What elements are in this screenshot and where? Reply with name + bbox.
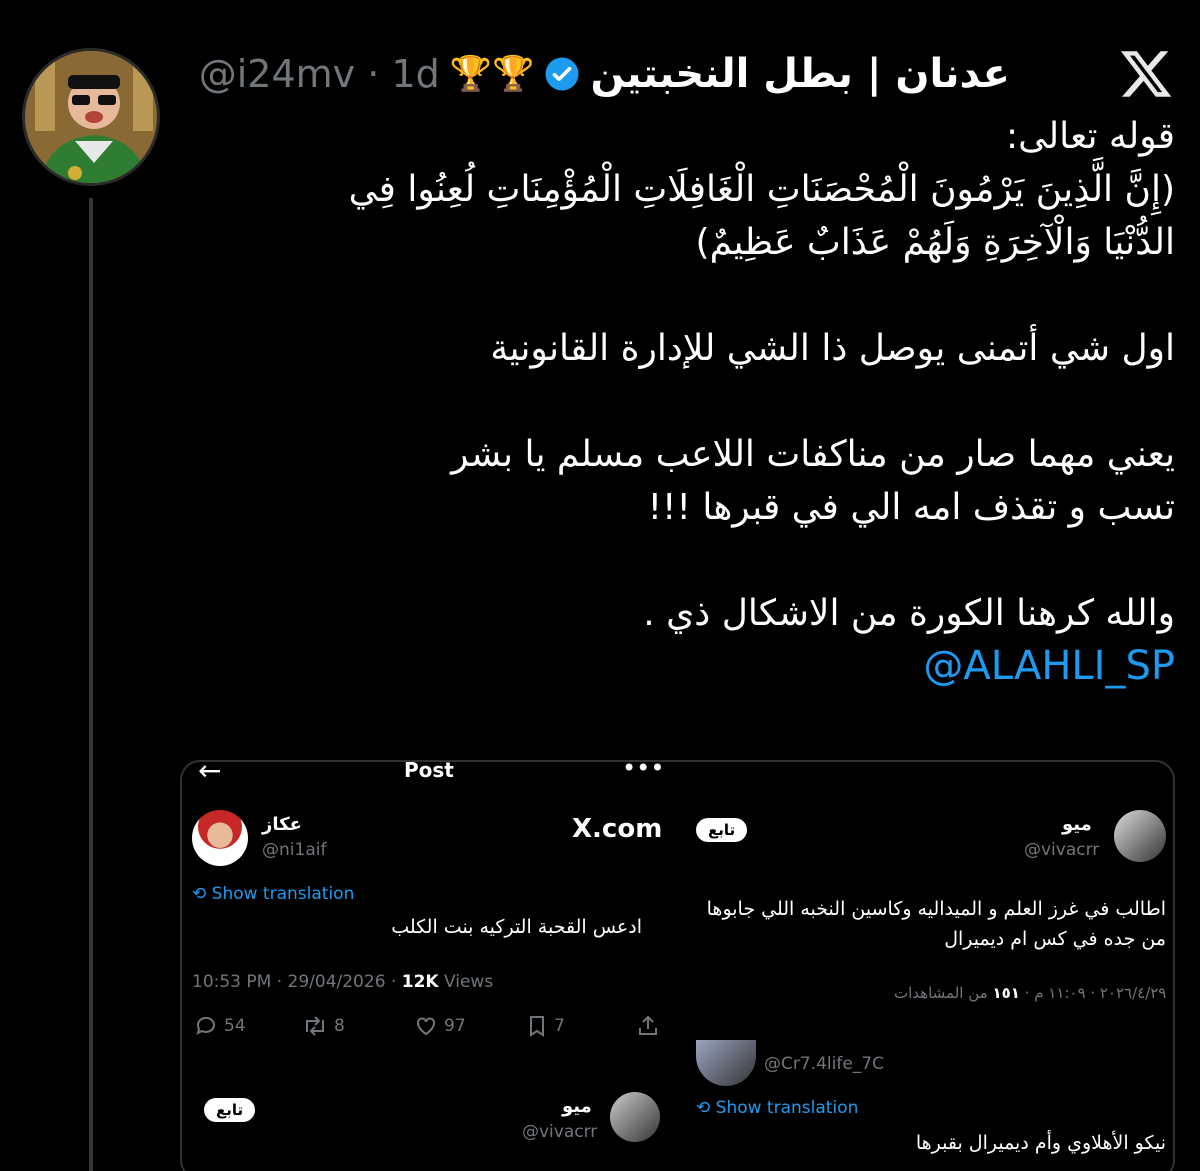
- bookmark-icon: [530, 1016, 544, 1037]
- media-left-avatar: [192, 810, 248, 866]
- media-repost-action: 8: [302, 1014, 345, 1038]
- tweet-line: (إِنَّ الَّذِينَ يَرْمُونَ الْمُحْصَنَات…: [348, 169, 1175, 210]
- tweet-time: 1d: [391, 52, 440, 96]
- tweet-line: قوله تعالى:: [1006, 116, 1175, 157]
- media-bottom-left-follow-button: تابع: [204, 1098, 256, 1122]
- xcom-watermark: X.com: [572, 814, 663, 844]
- media-reply-action: 54: [194, 1014, 246, 1038]
- media-right-text-line2: من جده في كس ام ديميرال: [944, 928, 1166, 950]
- media-left-timestamp: 10:53 PM · 29/04/2026 · 12K Views: [192, 972, 494, 992]
- media-left-text: ادعس القحبة التركيه بنت الكلب: [391, 916, 642, 938]
- reply-icon: [196, 1016, 215, 1035]
- verified-badge-icon: [545, 57, 579, 91]
- media-like-action: 97: [414, 1014, 466, 1038]
- tweet-line: والله كرهنا الكورة من الاشكال ذي .: [643, 593, 1175, 634]
- tweet-line: يعني مهما صار من مناكفات اللاعب مسلم يا …: [451, 434, 1175, 475]
- back-arrow-icon: ←: [198, 760, 222, 787]
- tweet-line: اول شي أتمنى يوصل ذا الشي للإدارة القانو…: [490, 328, 1175, 369]
- media-bottom-right-text: نيكو الأهلاوي وأم ديميرال بقبرها: [915, 1132, 1166, 1154]
- media-right-name: ميو: [1062, 814, 1092, 835]
- heart-icon: [417, 1017, 435, 1036]
- media-post-title: Post: [404, 760, 454, 782]
- more-icon: •••: [622, 760, 665, 782]
- x-logo-icon: [1120, 51, 1172, 97]
- media-bookmark-action: 7: [526, 1014, 565, 1038]
- media-bottom-right-handle: @Cr7.4life_7C: [764, 1054, 884, 1074]
- author-handle[interactable]: @i24mv · 1d: [199, 52, 440, 96]
- share-icon: [639, 1015, 657, 1035]
- media-bottom-left-handle: @vivacrr: [522, 1122, 598, 1142]
- author-display-name[interactable]: عدنان | بطل النخبتين: [590, 51, 1010, 97]
- author-avatar[interactable]: [22, 48, 160, 186]
- media-right-handle: @vivacrr: [1024, 840, 1100, 860]
- media-bottom-left-avatar: [610, 1092, 660, 1142]
- media-left-name: عكاز: [262, 814, 302, 835]
- media-right-avatar: [1114, 810, 1166, 862]
- mention-link[interactable]: @ALAHLI_SP: [200, 640, 1175, 693]
- tweet-line: الدُّنْيَا وَالْآخِرَةِ وَلَهُمْ عَذَابٌ…: [695, 222, 1175, 263]
- media-right-meta: ٢٠٢٦/٤/٢٩ · ١١:٠٩ م · ١٥١ من المشاهدات: [894, 984, 1167, 1002]
- media-bottom-right-show-translation: ⟲ Show translation: [696, 1098, 859, 1118]
- media-left-handle: @ni1aif: [262, 840, 327, 860]
- media-right-text-line1: اطالب في غرز العلم و الميداليه وكاسين ال…: [706, 898, 1166, 920]
- tweet-text: قوله تعالى: (إِنَّ الَّذِينَ يَرْمُونَ ا…: [200, 110, 1175, 693]
- repost-icon: [306, 1016, 324, 1036]
- tweet-line: تسب و تقذف امه الي في قبرها !!!: [647, 487, 1175, 528]
- tweet-header: عدنان | بطل النخبتين 🏆🏆 @i24mv · 1d: [180, 46, 1010, 102]
- media-bottom-right-avatar: [696, 1040, 756, 1086]
- thread-line: [89, 198, 93, 1171]
- media-bottom-left-name: ميو: [562, 1096, 592, 1117]
- trophy-emoji: 🏆🏆: [449, 54, 535, 94]
- avatar-illustration-icon: [25, 51, 157, 183]
- media-left-show-translation: ⟲ Show translation: [192, 884, 355, 904]
- tweet-media-image[interactable]: ← Post ••• عكاز @ni1aif X.com ⟲ Show tra…: [180, 760, 1175, 1171]
- media-share-action: [636, 1014, 660, 1038]
- media-right-follow-button: تابع: [696, 818, 748, 842]
